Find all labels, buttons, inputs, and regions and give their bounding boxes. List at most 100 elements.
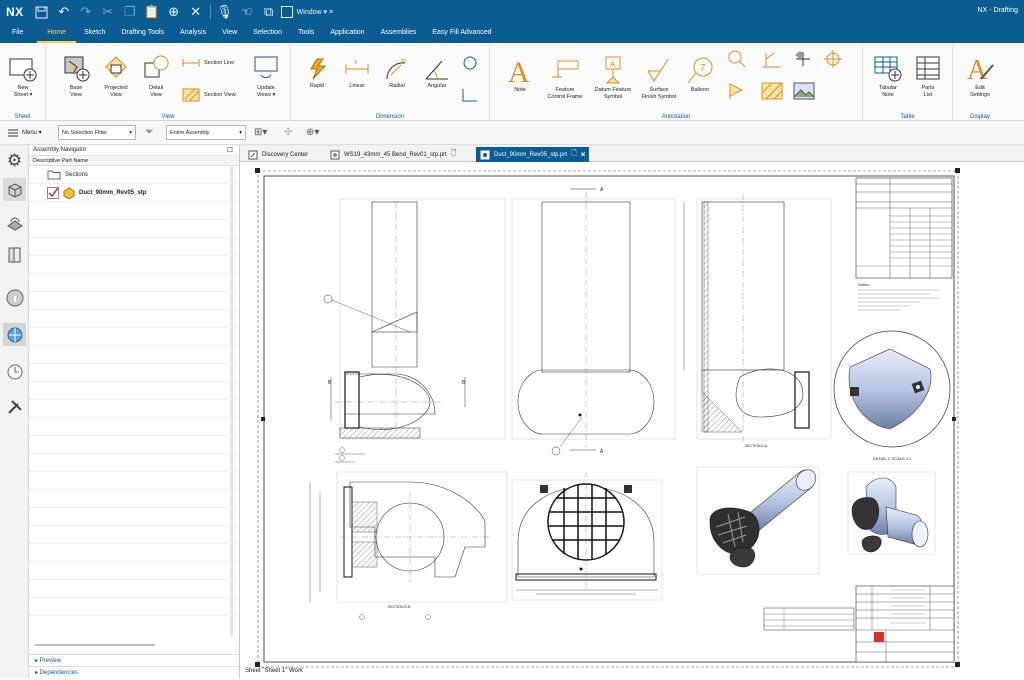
base-view-button[interactable]: Base View [56, 53, 96, 98]
feature-control-frame-button[interactable]: Feature Control Frame [542, 55, 588, 100]
sheet-handle[interactable] [952, 417, 956, 421]
horizontal-scrollbar[interactable] [35, 644, 155, 646]
drawing-view-front[interactable]: A A [511, 187, 676, 456]
snap-point-icon[interactable]: ⊕▾ [306, 127, 319, 138]
detail-view-circle[interactable]: DETAIL C SCALE 1:1 [833, 330, 951, 461]
drawing-view-grille[interactable] [511, 472, 663, 601]
tab-view[interactable]: View [214, 24, 245, 43]
type-filter-icon[interactable]: ⊞▾ [254, 127, 267, 138]
leader-flag-icon[interactable] [726, 81, 748, 101]
doc-tab-ws19[interactable]: WS19_43mm_45 Bend_Rev01_stp.prt 🗋 [326, 147, 460, 162]
maximize-icon[interactable]: ☐ [227, 146, 233, 154]
tab-home[interactable]: Home [37, 24, 76, 43]
tab-easy-fill-advanced[interactable]: Easy Fill Advanced [424, 24, 499, 43]
center-mark-icon[interactable] [792, 49, 814, 69]
filter-funnel-icon[interactable]: ⏷ [145, 126, 154, 139]
drawing-view-isometric[interactable] [696, 466, 820, 575]
menu-button[interactable]: Menu ▾ [0, 129, 50, 137]
tabular-note-button[interactable]: Tabular Note [869, 53, 907, 98]
projected-view-button[interactable]: Projected View [96, 53, 136, 98]
pin-icon[interactable]: 🗋 [451, 149, 457, 160]
tab-file[interactable]: File [0, 24, 37, 43]
tab-sketch[interactable]: Sketch [76, 24, 113, 43]
balloon-button[interactable]: 7 Balloon [680, 55, 720, 94]
note-button[interactable]: A Note [500, 55, 540, 94]
tab-assemblies[interactable]: Assemblies [373, 24, 425, 43]
ordinate-dimension-button[interactable] [461, 87, 479, 103]
history-clock-icon[interactable] [3, 360, 26, 383]
preview-panel-toggle[interactable]: ▸ Preview [29, 654, 239, 666]
sheet-handle[interactable] [255, 168, 260, 173]
parts-list-button[interactable]: Parts List [909, 53, 947, 98]
sheet-handle[interactable] [955, 662, 960, 667]
cut-icon[interactable]: ✂ [100, 4, 116, 20]
paste-icon[interactable]: 📋 [144, 4, 160, 20]
pin-icon[interactable]: 🗋 [571, 149, 577, 160]
checkbox-checked-icon[interactable] [47, 186, 59, 199]
drawing-view-isometric-2[interactable] [847, 471, 936, 555]
tab-drafting-tools[interactable]: Drafting Tools [113, 24, 172, 43]
repeat-command-icon[interactable]: ⊕ [166, 4, 182, 20]
radial-dimension-button[interactable]: R Radial [379, 57, 415, 90]
vertical-scrollbar[interactable] [230, 166, 233, 636]
title-block[interactable] [763, 585, 955, 663]
dependencies-panel-toggle[interactable]: ▸ Dependencies [29, 666, 239, 678]
selection-scope-dropdown[interactable]: Entire Assembly ▾ [166, 125, 246, 140]
snap-icon[interactable]: ✣ [284, 127, 292, 138]
web-browser-icon[interactable] [3, 323, 26, 346]
doc-tab-duct-90mm[interactable]: Duct_90mm_Rev05_stp.prt 🗋 × [476, 147, 590, 162]
drawing-sheet[interactable]: B B A A SECTION A-A DETAIL C SCALE 1:1 N… [240, 162, 1024, 678]
edit-settings-button[interactable]: A Edit Settings [959, 53, 1001, 98]
new-sheet-button[interactable]: New Sheet ▾ [4, 53, 42, 98]
copy-icon[interactable]: ❐ [122, 4, 138, 20]
part-navigator-icon[interactable] [3, 178, 26, 201]
reuse-library-icon[interactable] [3, 243, 26, 266]
tree-item-sections[interactable]: Sections [29, 166, 239, 184]
touch-mode-icon[interactable]: ☜ [239, 4, 255, 20]
update-views-button[interactable]: Update Views ▾ [246, 53, 286, 98]
tab-selection[interactable]: Selection [245, 24, 290, 43]
image-icon[interactable] [792, 81, 816, 101]
assembly-navigator-icon[interactable] [3, 211, 26, 234]
settings-gear-icon[interactable]: ⚙ [3, 149, 26, 172]
selection-filter-dropdown[interactable]: No Selection Filter ▾ [58, 125, 136, 140]
undo-icon[interactable]: ↶ [56, 4, 72, 20]
information-icon[interactable] [3, 286, 26, 309]
surface-finish-symbol-button[interactable]: Surface Finish Symbol [636, 55, 682, 100]
tab-application[interactable]: Application [322, 24, 372, 43]
redo-icon[interactable]: ↷ [78, 4, 94, 20]
revision-table[interactable]: Notes: [855, 177, 953, 311]
section-view-button[interactable]: Section View [181, 87, 236, 103]
drawing-view-section-a-a[interactable]: SECTION A-A [683, 194, 832, 448]
column-header-part-name[interactable]: Descriptive Part Name [29, 156, 239, 166]
microphone-icon[interactable]: 🎙 [216, 4, 233, 20]
svg-text:7: 7 [700, 63, 706, 74]
delete-icon[interactable]: ✕ [188, 4, 204, 20]
drawing-view-side[interactable]: B B [323, 198, 506, 440]
rapid-dimension-button[interactable]: Rapid [299, 57, 335, 90]
tools-icon[interactable] [3, 395, 26, 418]
drawing-view-section-b-b[interactable]: SECTION B-B [309, 447, 508, 620]
window-menu[interactable]: Window ▾ ≡ [280, 6, 333, 18]
find-icon[interactable] [726, 49, 748, 69]
sheet-handle[interactable] [261, 417, 265, 421]
switch-window-icon[interactable]: ⧉ [261, 4, 277, 20]
detail-view-button[interactable]: Detail View [136, 53, 176, 98]
sheet-handle[interactable] [255, 662, 260, 667]
tree-item-root-part[interactable]: Duct_90mm_Rev05_stp [29, 184, 239, 202]
drawing-canvas[interactable]: B B A A SECTION A-A DETAIL C SCALE 1:1 N… [240, 162, 1024, 678]
tab-tools[interactable]: Tools [290, 24, 322, 43]
section-line-button[interactable]: Section Line [181, 55, 234, 71]
crosshatch-icon[interactable] [760, 81, 784, 101]
sheet-handle[interactable] [955, 168, 960, 173]
save-icon[interactable] [34, 4, 50, 20]
tab-analysis[interactable]: Analysis [172, 24, 214, 43]
close-tab-icon[interactable]: × [581, 150, 586, 159]
weld-symbol-icon[interactable] [760, 49, 782, 69]
doc-tab-discovery-center[interactable]: Discovery Center [244, 147, 312, 162]
thickness-dimension-button[interactable] [461, 55, 479, 71]
angular-dimension-button[interactable]: Angular [419, 57, 455, 90]
linear-dimension-button[interactable]: x Linear [339, 57, 375, 90]
target-point-icon[interactable] [822, 49, 844, 69]
datum-feature-symbol-button[interactable]: A Datum Feature Symbol [590, 55, 636, 100]
